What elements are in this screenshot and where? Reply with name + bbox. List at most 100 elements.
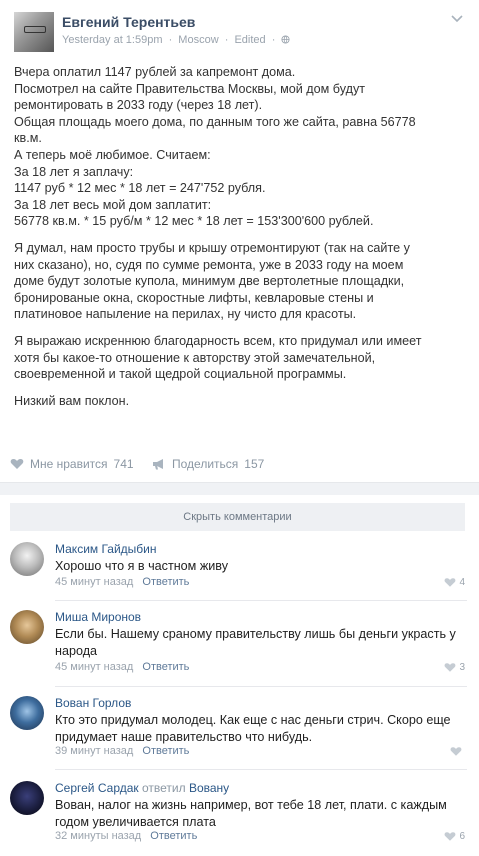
commenter-name[interactable]: Максим Гайдыбин xyxy=(55,542,157,556)
commenter-name[interactable]: Миша Миронов xyxy=(55,610,141,624)
meta-dot: · xyxy=(224,34,229,46)
avatar-glasses xyxy=(24,26,46,33)
text-line: хотя бы какое-то отношение к авторству э… xyxy=(14,350,376,365)
section-divider xyxy=(0,482,479,495)
text-line: ремонтировать в 2033 году (через 18 лет)… xyxy=(14,98,263,113)
post-header: Евгений Терентьев Yesterday at 1:59pm · … xyxy=(14,12,464,56)
meta-dot: · xyxy=(168,34,173,46)
share-button[interactable]: Поделиться 157 xyxy=(152,457,264,471)
text-line: А теперь моё любимое. Считаем: xyxy=(14,147,211,162)
share-count: 157 xyxy=(244,457,265,471)
heart-icon xyxy=(10,459,24,469)
post-author[interactable]: Евгений Терентьев xyxy=(62,14,195,30)
comment-divider xyxy=(55,769,467,770)
paragraph: Я думал, нам просто трубы и крышу отремо… xyxy=(14,240,464,323)
comment-time[interactable]: 45 минут назад xyxy=(55,661,133,673)
comment-like-button[interactable] xyxy=(450,746,465,757)
text-line: 1147 руб * 12 мес * 18 лет = 247'752 руб… xyxy=(14,181,266,196)
heart-icon xyxy=(445,832,456,841)
comment-line: придумает наше правительство что нибудь. xyxy=(55,730,313,744)
heart-icon xyxy=(445,578,456,587)
reply-target[interactable]: Вовану xyxy=(189,781,229,795)
text-line: них сказано), но, судя по сумме ремонта,… xyxy=(14,257,404,272)
text-line: 56778 кв.м. * 15 руб/м * 12 мес * 18 лет… xyxy=(14,214,374,229)
comment-meta: 39 минут назад Ответить xyxy=(55,745,189,757)
text-line: Я выражаю искреннюю благодарность всем, … xyxy=(14,333,422,348)
comment-like-button[interactable]: 3 xyxy=(444,662,465,673)
comment-line: Кто это придумал молодец. Как еще с нас … xyxy=(55,713,451,727)
comment-time[interactable]: 32 минуты назад xyxy=(55,830,141,842)
reply-link[interactable]: Ответить xyxy=(150,830,197,842)
comment-time[interactable]: 39 минут назад xyxy=(55,745,133,757)
comment-line: Хорошо что я в частном живу xyxy=(55,559,228,573)
comment-like-count: 6 xyxy=(459,831,465,842)
commenter-name[interactable]: Сергей Сардак ответил Вовану xyxy=(55,781,229,795)
text-line: платиновое напыление на перилах, ну чист… xyxy=(14,307,357,322)
chevron-down-icon[interactable] xyxy=(450,12,464,26)
comment-line: Вован, налог на жизнь например, вот тебе… xyxy=(55,798,447,812)
comment-divider xyxy=(55,600,467,601)
comment-line: Если бы. Нашему сраному правительству ли… xyxy=(55,627,456,641)
heart-icon xyxy=(450,747,462,756)
comment-like-count: 3 xyxy=(459,662,465,673)
comment-meta: 45 минут назад Ответить xyxy=(55,661,189,673)
post-meta: Yesterday at 1:59pm · Moscow · Edited · xyxy=(62,34,290,46)
comment-like-button[interactable]: 6 xyxy=(444,831,465,842)
post-location[interactable]: Moscow xyxy=(178,34,218,46)
commenter-avatar[interactable] xyxy=(10,542,44,576)
commenter-name-text[interactable]: Сергей Сардак xyxy=(55,781,139,795)
commenter-avatar[interactable] xyxy=(10,696,44,730)
comment-text: Вован, налог на жизнь например, вот тебе… xyxy=(55,797,460,831)
commenter-name[interactable]: Вован Горлов xyxy=(55,696,131,710)
paragraph: Вчера оплатил 1147 рублей за капремонт д… xyxy=(14,64,464,230)
text-line: Я думал, нам просто трубы и крышу отремо… xyxy=(14,240,410,255)
reply-link[interactable]: Ответить xyxy=(142,745,189,757)
text-line: Общая площадь моего дома, по данным того… xyxy=(14,114,416,129)
reply-link[interactable]: Ответить xyxy=(142,576,189,588)
meta-dot: · xyxy=(271,34,276,46)
text-line: Низкий вам поклон. xyxy=(14,393,130,408)
commenter-avatar[interactable] xyxy=(10,610,44,644)
commenter-name-text[interactable]: Миша Миронов xyxy=(55,610,141,624)
like-count: 741 xyxy=(113,457,134,471)
commenter-name-text[interactable]: Вован Горлов xyxy=(55,696,131,710)
commenter-name-text[interactable]: Максим Гайдыбин xyxy=(55,542,157,556)
text-line: За 18 лет весь мой дом заплатит: xyxy=(14,197,212,212)
comment-meta: 32 минуты назад Ответить xyxy=(55,830,197,842)
paragraph: Я выражаю искреннюю благодарность всем, … xyxy=(14,333,464,383)
paragraph: Низкий вам поклон. xyxy=(14,393,464,410)
author-avatar[interactable] xyxy=(14,12,54,52)
comment-text: Если бы. Нашему сраному правительству ли… xyxy=(55,626,460,660)
comment-time[interactable]: 45 минут назад xyxy=(55,576,133,588)
megaphone-icon xyxy=(153,459,163,470)
replied-word: ответил xyxy=(141,781,186,795)
text-line: За 18 лет я заплачу: xyxy=(14,164,134,179)
like-button[interactable]: Мне нравится 741 xyxy=(10,457,134,471)
text-line: бронированые окна, скоростные лифты, кев… xyxy=(14,290,374,305)
comment-meta: 45 минут назад Ответить xyxy=(55,576,189,588)
text-line: доме будут золотые купола, минимум две в… xyxy=(14,274,405,289)
comment-line: годом увеличивается плата xyxy=(55,815,216,829)
hide-comments-button[interactable]: Скрыть комментарии xyxy=(10,503,465,531)
text-line: кв.м. xyxy=(14,131,42,146)
post-actions: Мне нравится 741 Поделиться 157 xyxy=(10,455,465,475)
comment-divider xyxy=(55,686,467,687)
commenter-avatar[interactable] xyxy=(10,781,44,815)
post-edited: Edited xyxy=(234,34,266,46)
comment-text: Хорошо что я в частном живу xyxy=(55,558,460,575)
text-line: своевременной и такой щедрой социальной … xyxy=(14,367,347,382)
heart-icon xyxy=(445,663,456,672)
like-label: Мне нравится xyxy=(30,457,108,471)
comment-like-count: 4 xyxy=(459,577,465,588)
reply-link[interactable]: Ответить xyxy=(142,661,189,673)
comment-text: Кто это придумал молодец. Как еще с нас … xyxy=(55,712,460,746)
comment-line: народа xyxy=(55,644,98,658)
post: Евгений Терентьев Yesterday at 1:59pm · … xyxy=(0,0,479,490)
post-body: Вчера оплатил 1147 рублей за капремонт д… xyxy=(14,64,464,419)
text-line: Посмотрел на сайте Правительства Москвы,… xyxy=(14,81,366,96)
share-label: Поделиться xyxy=(172,457,239,471)
text-line: Вчера оплатил 1147 рублей за капремонт д… xyxy=(14,65,296,79)
comment-like-button[interactable]: 4 xyxy=(444,577,465,588)
globe-icon xyxy=(281,35,290,44)
post-time[interactable]: Yesterday at 1:59pm xyxy=(62,34,163,46)
